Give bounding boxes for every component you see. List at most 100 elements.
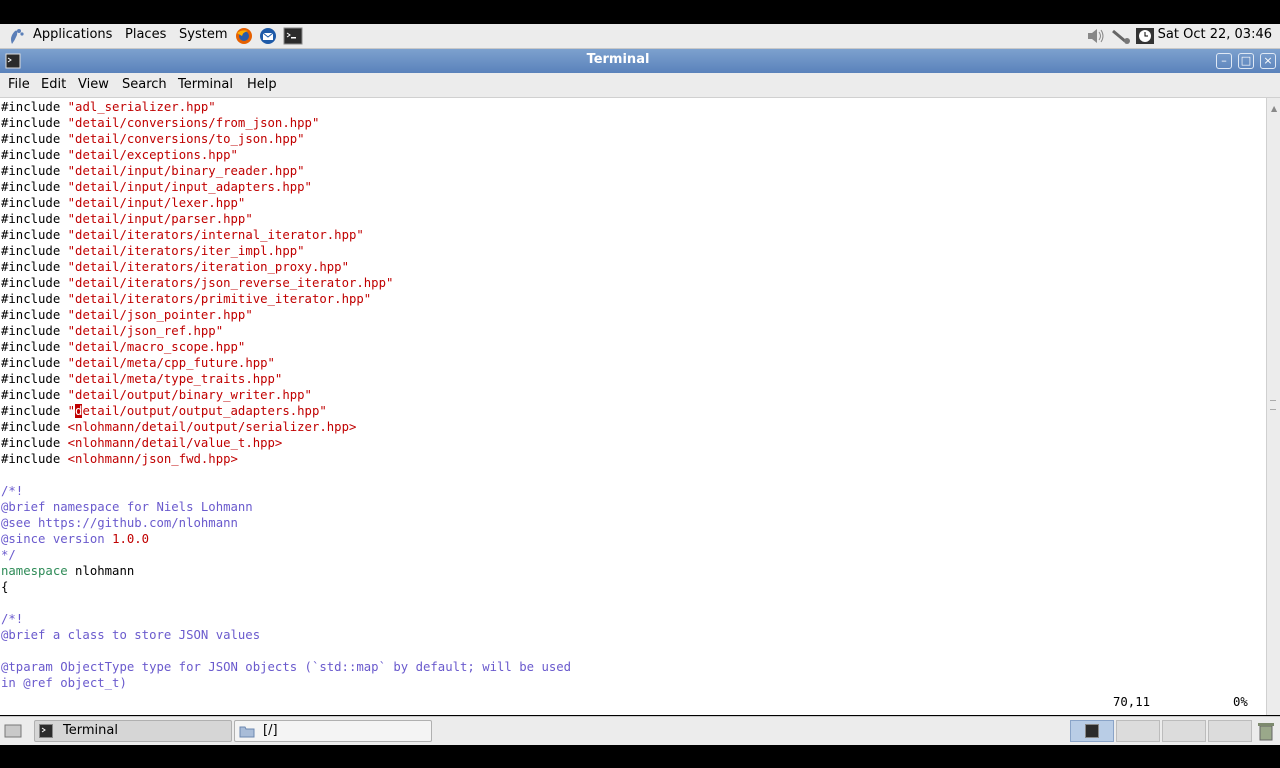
scroll-percent: 0% — [1233, 695, 1248, 709]
terminal-task-icon — [39, 724, 53, 738]
show-desktop-icon[interactable] — [4, 722, 22, 740]
code-token: #include — [1, 228, 68, 242]
terminal-line: #include "detail/conversions/to_json.hpp… — [1, 131, 305, 147]
applications-menu[interactable]: Applications — [33, 27, 112, 42]
system-menu[interactable]: System — [179, 27, 227, 42]
terminal-line: #include "detail/exceptions.hpp" — [1, 147, 238, 163]
scroll-up-icon[interactable]: ▲ — [1271, 104, 1277, 113]
code-token: #include — [1, 436, 68, 450]
workspace-4[interactable] — [1208, 720, 1252, 742]
taskbar-folder-button[interactable]: [/] — [234, 720, 432, 742]
code-token: #include — [1, 212, 68, 226]
code-token: nlohmann — [67, 564, 135, 578]
terminal-line: #include "detail/iterators/primitive_ite… — [1, 291, 371, 307]
comment-token: @since version — [1, 532, 113, 546]
volume-icon[interactable] — [1086, 27, 1106, 45]
taskbar-terminal-label: Terminal — [63, 723, 118, 738]
terminal-line: /*! — [1, 611, 23, 627]
terminal-line: @since version 1.0.0 — [1, 531, 149, 547]
string-token: "detail/iterators/internal_iterator.hpp" — [67, 228, 364, 242]
string-token: "detail/input/input_adapters.hpp" — [67, 180, 312, 194]
terminal-line: in @ref object_t) — [1, 675, 127, 691]
taskbar-folder-label: [/] — [263, 723, 278, 738]
scroll-grip[interactable] — [1270, 400, 1276, 410]
code-token: #include — [1, 244, 68, 258]
code-token: #include — [1, 340, 68, 354]
terminal-line: #include "detail/json_ref.hpp" — [1, 323, 223, 339]
string-token: "detail/iterators/iteration_proxy.hpp" — [67, 260, 349, 274]
top-panel: Applications Places System Sat Oct 22, 0… — [0, 24, 1280, 49]
firefox-icon[interactable] — [234, 27, 254, 45]
cursor-position: 70,11 — [1113, 695, 1151, 709]
workspace-2[interactable] — [1116, 720, 1160, 742]
string-token: "detail/iterators/primitive_iterator.hpp… — [67, 292, 372, 306]
terminal-line: #include "detail/meta/cpp_future.hpp" — [1, 355, 275, 371]
folder-icon — [239, 726, 255, 738]
menu-view[interactable]: View — [78, 77, 109, 92]
terminal-line: #include "detail/macro_scope.hpp" — [1, 339, 245, 355]
comment-token: @brief a class to store JSON values — [1, 628, 261, 642]
workspace-3[interactable] — [1162, 720, 1206, 742]
code-token: { — [1, 580, 9, 594]
string-token: "detail/macro_scope.hpp" — [67, 340, 246, 354]
string-token: "detail/input/binary_reader.hpp" — [67, 164, 305, 178]
number-token: 1.0.0 — [112, 532, 150, 546]
string-token: "adl_serializer.hpp" — [67, 100, 216, 114]
terminal-line: #include "detail/input/lexer.hpp" — [1, 195, 245, 211]
terminal-line: /*! — [1, 483, 23, 499]
terminal-line: #include <nlohmann/json_fwd.hpp> — [1, 451, 238, 467]
terminal-line: #include <nlohmann/detail/output/seriali… — [1, 419, 356, 435]
scrollbar[interactable]: ▲ — [1266, 98, 1280, 715]
places-menu[interactable]: Places — [125, 27, 166, 42]
string-token: "detail/meta/cpp_future.hpp" — [67, 356, 275, 370]
bottom-panel: Terminal [/] — [0, 716, 1280, 745]
code-token: #include — [1, 116, 68, 130]
code-token: #include — [1, 100, 68, 114]
code-token: #include — [1, 276, 68, 290]
clock-text[interactable]: Sat Oct 22, 03:46 — [1158, 27, 1272, 42]
menu-file[interactable]: File — [8, 77, 30, 92]
terminal-content[interactable]: 70,11 0% #include "adl_serializer.hpp" #i… — [0, 98, 1266, 715]
code-token: #include — [1, 260, 68, 274]
workspace-1[interactable] — [1070, 720, 1114, 742]
terminal-line: @brief namespace for Niels Lohmann — [1, 499, 253, 515]
maximize-button[interactable]: □ — [1238, 53, 1254, 69]
trash-icon[interactable] — [1257, 721, 1275, 741]
string-token: <nlohmann/detail/value_t.hpp> — [67, 436, 283, 450]
terminal-line: #include "detail/input/input_adapters.hp… — [1, 179, 312, 195]
string-token: "detail/conversions/to_json.hpp" — [67, 132, 305, 146]
close-icon: × — [1263, 54, 1273, 67]
window-title: Terminal — [586, 52, 650, 67]
string-token: etail/output/output_adapters.hpp" — [82, 404, 327, 418]
code-token: #include — [1, 388, 68, 402]
menu-edit[interactable]: Edit — [41, 77, 66, 92]
window-titlebar[interactable]: Terminal – □ × — [0, 49, 1280, 73]
terminal-line: #include "detail/input/parser.hpp" — [1, 211, 253, 227]
comment-token: @tparam ObjectType type for JSON objects… — [1, 660, 572, 674]
string-token: "detail/exceptions.hpp" — [67, 148, 238, 162]
close-button[interactable]: × — [1260, 53, 1276, 69]
workspace-terminal-icon — [1085, 724, 1099, 738]
taskbar-terminal-button[interactable]: Terminal — [34, 720, 232, 742]
minimize-button[interactable]: – — [1216, 53, 1232, 69]
terminal-line: */ — [1, 547, 16, 563]
menu-help[interactable]: Help — [247, 77, 277, 92]
menu-terminal[interactable]: Terminal — [178, 77, 233, 92]
terminal-line: { — [1, 579, 8, 595]
comment-token: @brief namespace for Niels Lohmann — [1, 500, 253, 514]
keyword-token: namespace — [1, 564, 68, 578]
terminal-line: @tparam ObjectType type for JSON objects… — [1, 659, 571, 675]
terminal-line: #include "detail/iterators/iter_impl.hpp… — [1, 243, 305, 259]
clock-icon — [1136, 28, 1154, 44]
thunderbird-icon[interactable] — [258, 27, 278, 45]
terminal-launcher-icon[interactable] — [283, 27, 303, 45]
terminal-line: #include "detail/conversions/from_json.h… — [1, 115, 319, 131]
string-token: "detail/json_pointer.hpp" — [67, 308, 253, 322]
network-icon[interactable] — [1111, 27, 1133, 45]
gnome-foot-icon[interactable] — [6, 27, 26, 45]
code-token: #include — [1, 324, 68, 338]
terminal-line: #include <nlohmann/detail/value_t.hpp> — [1, 435, 282, 451]
menu-bar: File Edit View Search Terminal Help — [0, 73, 1280, 98]
code-token: #include — [1, 404, 68, 418]
menu-search[interactable]: Search — [122, 77, 167, 92]
